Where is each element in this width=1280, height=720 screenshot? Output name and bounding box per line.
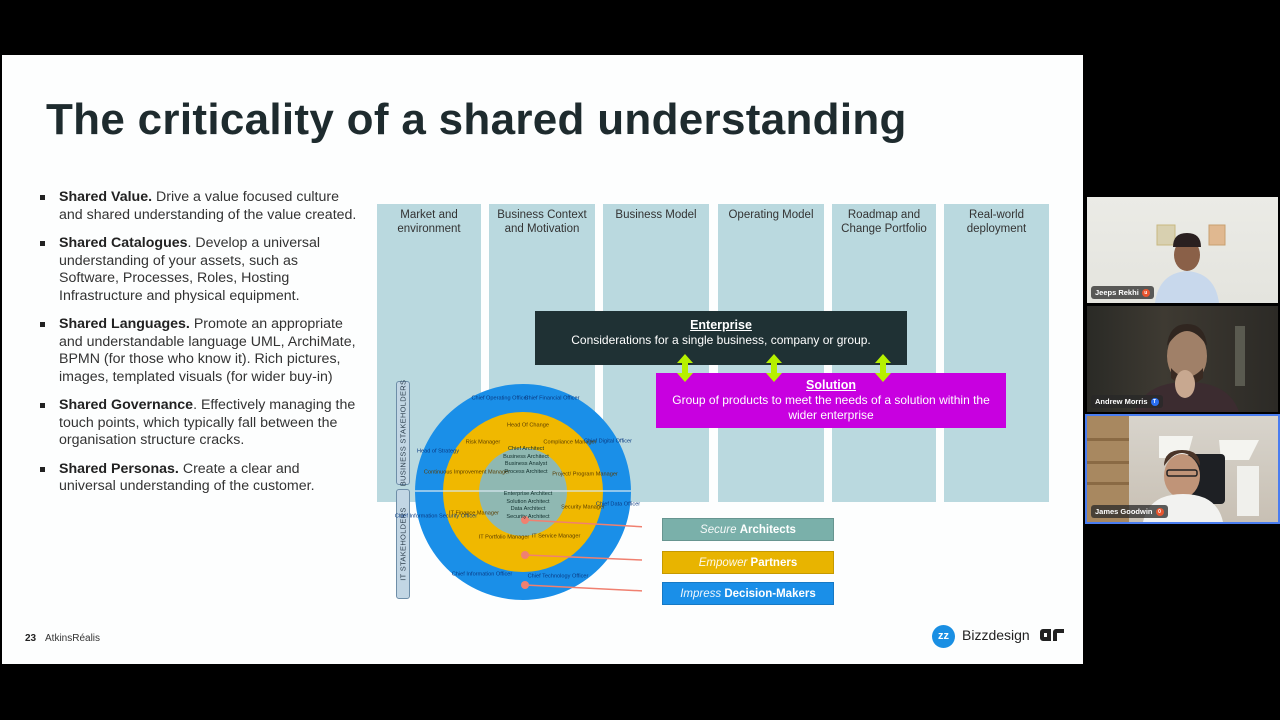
stakeholder-role: Chief Operating Officer xyxy=(471,395,529,402)
bullet-heading: Shared Catalogues xyxy=(59,235,188,251)
stakeholder-role: Project/ Program Manager xyxy=(552,471,618,478)
stakeholder-role: Chief Technology Officer xyxy=(527,573,589,580)
tag-verb: Secure xyxy=(700,524,737,536)
inner-it-roles: Enterprise Architect Solution Architect … xyxy=(504,491,553,521)
meeting-stage: The criticality of a shared understandin… xyxy=(0,0,1280,720)
column-label: Business Model xyxy=(615,209,697,221)
double-arrow-icon xyxy=(875,354,891,382)
stakeholder-role: Head Of Change xyxy=(507,422,549,429)
bullet-item: Shared Value. Drive a value focused cult… xyxy=(38,189,358,224)
tag-impress-decision-makers: Impress Decision-Makers xyxy=(662,582,834,605)
solution-box: Solution Group of products to meet the n… xyxy=(656,373,1006,428)
participant-name: Jeeps Rekhi xyxy=(1095,288,1139,297)
stakeholder-role: Business Analyst xyxy=(504,461,548,467)
footer-brand: AtkinsRéalis xyxy=(45,633,101,644)
stakeholder-role: Head of Strategy xyxy=(417,448,459,455)
stakeholder-role: IT Service Manager xyxy=(531,533,581,540)
stakeholder-role: Risk Manager xyxy=(465,439,501,446)
stakeholder-role: Solution Architect xyxy=(506,498,550,505)
column-label: Business Context and Motivation xyxy=(497,209,587,235)
bullet-item: Shared Personas. Create a clear and univ… xyxy=(38,461,358,496)
bullet-icon xyxy=(40,466,45,472)
stakeholder-role: Chief Architect xyxy=(507,446,545,452)
bullet-heading: Shared Value. xyxy=(59,189,153,205)
bullet-icon xyxy=(40,241,45,246)
tag-verb: Impress xyxy=(680,588,722,600)
bullet-icon xyxy=(40,322,45,327)
stakeholder-role: Compliance Manager xyxy=(543,439,597,446)
shared-slide: The criticality of a shared understandin… xyxy=(2,55,1083,664)
participant-name-label: James Goodwin 0 xyxy=(1091,505,1168,518)
bullet-heading: Shared Personas. xyxy=(59,460,179,477)
bizzdesign-logo-icon: zz xyxy=(932,625,955,648)
participant-video-tile[interactable]: Jeeps Rekhi u xyxy=(1087,197,1278,303)
column-label: Market and environment xyxy=(397,209,461,235)
double-arrow-icon xyxy=(677,354,693,382)
slide-title: The criticality of a shared understandin… xyxy=(46,95,907,144)
stakeholder-role: Business Architect xyxy=(503,453,549,460)
bullet-item: Shared Languages. Promote an appropriate… xyxy=(38,316,358,386)
atkinsrealis-logo-icon xyxy=(1040,629,1064,641)
participant-name-label: Andrew Morris T xyxy=(1091,395,1163,408)
participant-name: Andrew Morris xyxy=(1095,397,1148,406)
stakeholder-role: Data Architect xyxy=(510,506,546,512)
bullet-item: Shared Catalogues. Develop a universal u… xyxy=(38,235,358,305)
bullet-icon xyxy=(40,403,45,408)
tag-verb: Empower xyxy=(698,557,748,569)
tag-empower-partners: Empower Partners xyxy=(662,551,834,574)
participant-video-tile[interactable]: Andrew Morris T xyxy=(1087,306,1278,412)
tag-noun: Architects xyxy=(739,524,796,536)
double-arrow-icon xyxy=(766,354,782,382)
column-label: Real-world deployment xyxy=(966,209,1027,235)
partner-name: Bizzdesign xyxy=(962,627,1030,643)
tag-noun: Partners xyxy=(750,557,798,569)
column-label: Operating Model xyxy=(728,209,814,221)
stakeholder-role: Security Architect xyxy=(506,513,550,520)
solution-heading: Solution xyxy=(806,378,856,392)
stakeholder-role: Process Architect xyxy=(504,468,548,475)
tag-noun: Decision-Makers xyxy=(724,588,816,600)
bullet-item: Shared Governance. Effectively managing … xyxy=(38,397,358,450)
connector-dot xyxy=(521,581,529,589)
stakeholder-role: IT Portfolio Manager xyxy=(478,534,530,541)
participant-status-icon: u xyxy=(1141,288,1150,297)
stakeholder-role: Security Manager xyxy=(561,504,605,511)
enterprise-box: Enterprise Considerations for a single b… xyxy=(535,311,907,365)
bullet-icon xyxy=(40,195,45,200)
tag-secure-architects: Secure Architects xyxy=(662,518,834,541)
stakeholder-role: Continuous Improvement Manager xyxy=(423,469,511,476)
bullet-heading: Shared Languages. xyxy=(59,316,190,332)
stakeholder-role: Enterprise Architect xyxy=(503,491,553,497)
participant-video-tile-active-speaker[interactable]: James Goodwin 0 xyxy=(1085,414,1280,524)
page-number: 23 xyxy=(25,633,37,644)
participant-status-icon: T xyxy=(1150,397,1159,406)
enterprise-heading: Enterprise xyxy=(690,318,752,332)
participant-name: James Goodwin xyxy=(1095,507,1153,516)
participant-name-label: Jeeps Rekhi u xyxy=(1091,286,1154,299)
bullet-list: Shared Value. Drive a value focused cult… xyxy=(38,189,358,507)
participant-status-icon: 0 xyxy=(1155,507,1164,516)
column-deployment: Real-world deployment xyxy=(944,204,1049,502)
enterprise-text: Considerations for a single business, co… xyxy=(571,333,871,347)
column-label: Roadmap and Change Portfolio xyxy=(841,209,927,235)
stakeholder-role: Chief Financial Officer xyxy=(524,395,580,402)
inner-business-roles: Chief Architect Business Architect Busin… xyxy=(503,446,549,476)
stakeholder-role: Chief Information Officer xyxy=(451,571,513,578)
connector-dot xyxy=(521,551,529,559)
stakeholder-diagram: BUSINESS STAKEHOLDERS IT STAKEHOLDERS Ch… xyxy=(392,377,642,607)
solution-text: Group of products to meet the needs of a… xyxy=(672,393,990,422)
stakeholder-role: IT Finance Manager xyxy=(449,510,499,517)
bullet-heading: Shared Governance xyxy=(59,397,194,413)
